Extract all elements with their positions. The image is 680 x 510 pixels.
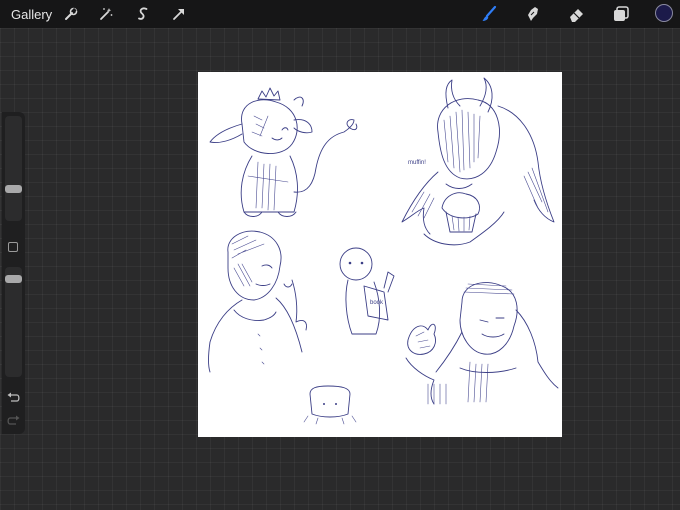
sketch-artwork: muffin! book xyxy=(208,77,559,425)
layers-icon[interactable] xyxy=(611,4,631,24)
sketch-label-book: book xyxy=(370,300,384,306)
sketch-chibi-cow xyxy=(209,87,358,217)
sketch-figure-book: book xyxy=(339,247,395,335)
sketch-demon-muffin: muffin! xyxy=(401,77,555,246)
left-sidebar xyxy=(2,112,25,434)
gallery-button[interactable]: Gallery xyxy=(11,7,52,22)
undo-icon[interactable] xyxy=(6,391,21,405)
wrench-icon[interactable] xyxy=(61,4,81,24)
brush-icon[interactable] xyxy=(479,4,499,24)
top-toolbar: Gallery xyxy=(0,0,680,28)
opacity-slider[interactable] xyxy=(5,267,22,377)
modify-button[interactable] xyxy=(8,242,18,252)
drawing-canvas[interactable]: muffin! book xyxy=(198,72,562,437)
redo-icon[interactable] xyxy=(6,414,21,428)
transform-arrow-icon[interactable] xyxy=(169,4,189,24)
sketch-winking-man xyxy=(208,230,307,373)
selection-icon[interactable] xyxy=(133,4,153,24)
brush-size-thumb[interactable] xyxy=(5,185,22,193)
sketch-man-flame xyxy=(405,282,559,405)
opacity-thumb[interactable] xyxy=(5,275,22,283)
sketch-loaf-creature xyxy=(303,385,357,425)
sketch-label-muffin: muffin! xyxy=(408,160,426,166)
magic-wand-icon[interactable] xyxy=(96,4,116,24)
color-picker-swatch[interactable] xyxy=(655,4,673,22)
smudge-icon[interactable] xyxy=(523,4,543,24)
brush-size-slider[interactable] xyxy=(5,116,22,221)
eraser-icon[interactable] xyxy=(567,4,587,24)
